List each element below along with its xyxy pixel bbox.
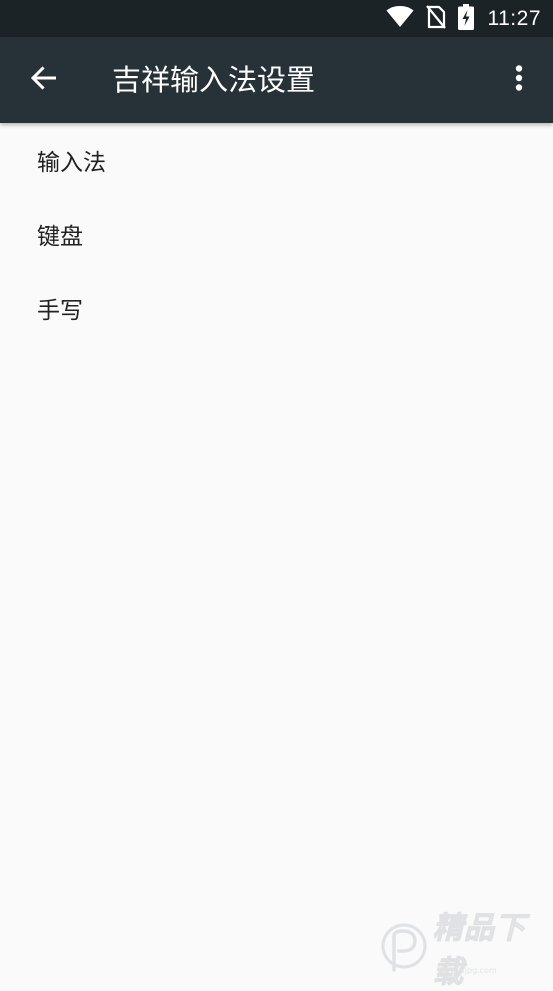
pref-item-keyboard[interactable]: 键盘 [0, 197, 553, 271]
more-vert-icon [515, 65, 523, 95]
wifi-icon [386, 5, 414, 32]
arrow-back-icon [30, 65, 57, 95]
pref-item-label: 手写 [37, 298, 83, 324]
pref-item-label: 键盘 [37, 224, 83, 250]
pref-item-input-method[interactable]: 输入法 [0, 123, 553, 197]
no-sim-icon [425, 4, 446, 33]
back-button[interactable] [20, 57, 66, 103]
preference-list: 输入法 键盘 手写 [0, 123, 553, 345]
app-bar: 吉祥输入法设置 [0, 37, 553, 123]
watermark: 精品下载 www.jsjpg.com [379, 911, 547, 991]
page-title: 吉祥输入法设置 [112, 63, 316, 97]
overflow-menu-button[interactable] [499, 58, 539, 102]
status-icons: 11:27 [386, 0, 542, 37]
status-bar: 11:27 [0, 0, 553, 37]
battery-charging-icon [457, 3, 474, 34]
watermark-logo-icon [379, 922, 429, 980]
watermark-text: 精品下载 [433, 911, 526, 991]
pref-item-handwriting[interactable]: 手写 [0, 271, 553, 345]
pref-item-label: 输入法 [37, 150, 106, 176]
watermark-url: www.jsjpg.com [437, 966, 497, 975]
status-time: 11:27 [487, 6, 541, 30]
